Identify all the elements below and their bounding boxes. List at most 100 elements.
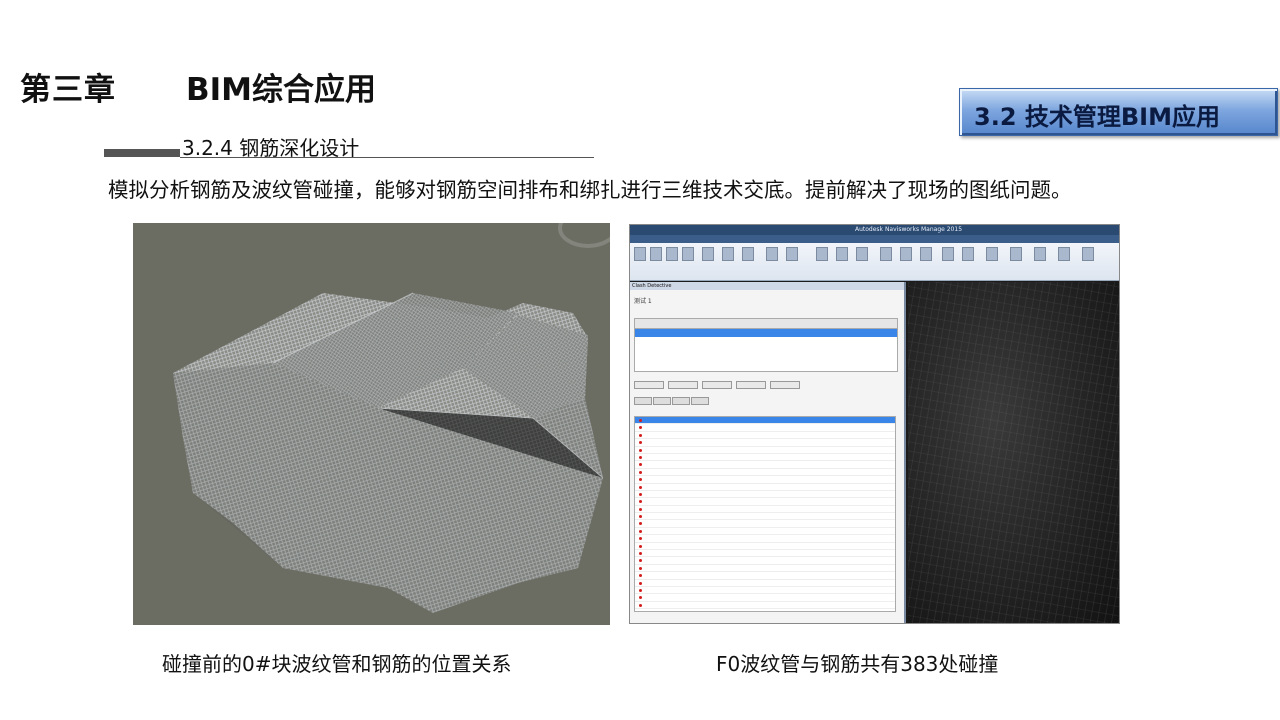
clash-panel-tabs bbox=[634, 390, 710, 405]
clash-result-row bbox=[635, 513, 895, 521]
clash-result-row bbox=[635, 594, 895, 602]
clash-result-row bbox=[635, 506, 895, 514]
clash-result-row bbox=[635, 572, 895, 580]
clash-result-row bbox=[635, 587, 895, 595]
clash-result-row bbox=[635, 602, 895, 610]
clash-status-dot-icon bbox=[639, 419, 642, 422]
chapter-title: BIM综合应用 bbox=[186, 72, 377, 108]
clash-status-dot-icon bbox=[639, 441, 642, 445]
clash-status-dot-icon bbox=[639, 470, 642, 474]
clash-result-row bbox=[635, 528, 895, 536]
clash-detective-screenshot: Autodesk Navisworks Manage 2015 Clash De… bbox=[629, 224, 1120, 624]
ribbon-tool-icon bbox=[702, 247, 714, 261]
clash-status-dot-icon bbox=[639, 448, 642, 452]
clash-status-dot-icon bbox=[639, 574, 642, 578]
clash-status-dot-icon bbox=[639, 529, 642, 533]
clash-result-row bbox=[635, 520, 895, 528]
clash-status-dot-icon bbox=[639, 537, 642, 541]
clash-status-dot-icon bbox=[639, 433, 642, 437]
ribbon-tool-icon bbox=[666, 247, 678, 261]
rebar-mesh-illustration bbox=[133, 223, 610, 625]
clash-result-row bbox=[635, 550, 895, 558]
clash-result-row bbox=[635, 580, 895, 587]
clash-status-dot-icon bbox=[639, 426, 642, 430]
clash-status-dot-icon bbox=[639, 566, 642, 570]
navisworks-title-bar: Autodesk Navisworks Manage 2015 bbox=[630, 225, 1119, 235]
clash-grid-header-row bbox=[635, 319, 897, 329]
clash-result-row bbox=[635, 417, 895, 425]
clash-result-row bbox=[635, 491, 895, 499]
clash-result-row bbox=[635, 498, 895, 506]
ribbon-tool-icon bbox=[742, 247, 754, 261]
rebar-duct-render-image bbox=[133, 223, 610, 625]
clash-result-row bbox=[635, 565, 895, 573]
ribbon-tool-icon bbox=[682, 247, 694, 261]
clash-detective-panel-header: Clash Detective bbox=[630, 282, 904, 290]
clash-status-dot-icon bbox=[639, 552, 642, 556]
ribbon-tool-icon bbox=[1058, 247, 1070, 261]
clash-status-dot-icon bbox=[639, 463, 642, 467]
clash-test-grid bbox=[634, 318, 898, 372]
clash-panel-buttons bbox=[634, 374, 898, 389]
clash-status-dot-icon bbox=[639, 492, 642, 496]
clash-result-row bbox=[635, 557, 895, 565]
clash-result-row bbox=[635, 535, 895, 543]
clash-grid-selected-row bbox=[635, 329, 897, 337]
ribbon-tool-icon bbox=[722, 247, 734, 261]
clash-results-list bbox=[634, 416, 896, 612]
ribbon-tool-icon bbox=[766, 247, 778, 261]
clash-result-row bbox=[635, 543, 895, 551]
clash-status-dot-icon bbox=[639, 455, 642, 459]
clash-status-dot-icon bbox=[639, 581, 642, 585]
ribbon-tool-icon bbox=[1082, 247, 1094, 261]
ribbon-tool-icon bbox=[962, 247, 974, 261]
clash-result-row bbox=[635, 476, 895, 484]
clash-result-row bbox=[635, 447, 895, 454]
ribbon-tool-icon bbox=[900, 247, 912, 261]
section-badge: 3.2 技术管理BIM应用 bbox=[959, 88, 1278, 136]
ribbon-tool-icon bbox=[856, 247, 868, 261]
clash-status-dot-icon bbox=[639, 544, 642, 548]
ribbon-tool-icon bbox=[920, 247, 932, 261]
clash-result-row bbox=[635, 432, 895, 440]
ribbon-tool-icon bbox=[650, 247, 662, 261]
ribbon-tool-icon bbox=[880, 247, 892, 261]
subsection-underline bbox=[180, 157, 594, 158]
ribbon-tool-icon bbox=[1034, 247, 1046, 261]
clash-result-row bbox=[635, 469, 895, 477]
ribbon-tool-icon bbox=[986, 247, 998, 261]
clash-status-dot-icon bbox=[639, 588, 642, 592]
clash-status-dot-icon bbox=[639, 596, 642, 600]
clash-status-dot-icon bbox=[639, 507, 642, 511]
clash-result-row bbox=[635, 461, 895, 469]
left-figure-caption: 碰撞前的0#块波纹管和钢筋的位置关系 bbox=[162, 652, 512, 676]
ribbon-tool-icon bbox=[634, 247, 646, 261]
ribbon-tool-icon bbox=[816, 247, 828, 261]
chapter-label: 第三章 bbox=[20, 72, 116, 108]
navisworks-ribbon bbox=[630, 243, 1119, 281]
clash-status-dot-icon bbox=[639, 500, 642, 504]
clash-status-dot-icon bbox=[639, 559, 642, 563]
navisworks-window-title: Autodesk Navisworks Manage 2015 bbox=[855, 226, 963, 233]
clash-test-name: 测试 1 bbox=[634, 298, 652, 305]
clash-result-row bbox=[635, 439, 895, 447]
right-figure-caption: F0波纹管与钢筋共有383处碰撞 bbox=[716, 652, 999, 676]
clash-result-row bbox=[635, 484, 895, 491]
ribbon-tool-icon bbox=[836, 247, 848, 261]
clash-status-dot-icon bbox=[639, 522, 642, 526]
ribbon-tool-icon bbox=[786, 247, 798, 261]
body-paragraph: 模拟分析钢筋及波纹管碰撞，能够对钢筋空间排布和绑扎进行三维技术交底。提前解决了现… bbox=[108, 178, 1072, 202]
clash-status-dot-icon bbox=[639, 478, 642, 482]
clash-result-row bbox=[635, 454, 895, 462]
ribbon-tool-icon bbox=[1010, 247, 1022, 261]
clash-status-dot-icon bbox=[639, 515, 642, 519]
navisworks-3d-viewport bbox=[908, 282, 1119, 623]
viewport-rebar-pattern bbox=[908, 282, 1119, 623]
section-badge-text: 3.2 技术管理BIM应用 bbox=[974, 103, 1220, 131]
clash-status-dot-icon bbox=[639, 603, 642, 607]
clash-result-row bbox=[635, 424, 895, 432]
ribbon-tool-icon bbox=[942, 247, 954, 261]
navisworks-ribbon-tabs bbox=[630, 235, 1119, 243]
clash-status-dot-icon bbox=[639, 485, 642, 489]
clash-detective-panel: Clash Detective 测试 1 bbox=[630, 282, 906, 623]
